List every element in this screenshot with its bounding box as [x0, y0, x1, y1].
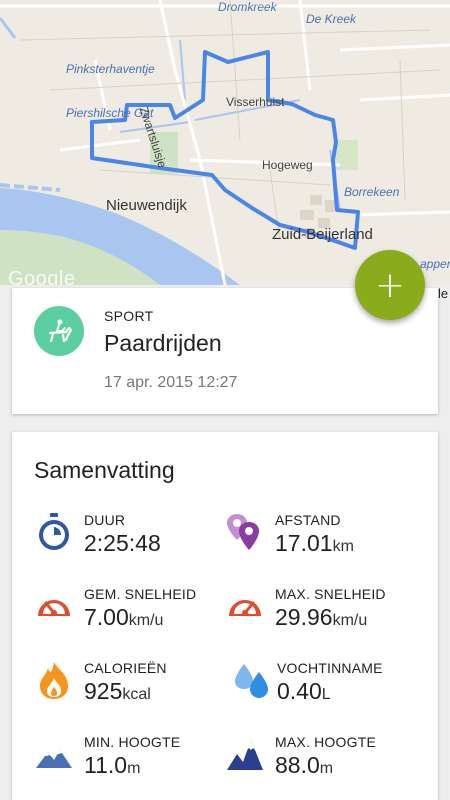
- mountain-high-icon: [227, 740, 263, 770]
- google-attribution-logo: Google: [8, 268, 76, 285]
- stat-hydration-label: VOCHTINNAME: [277, 660, 383, 676]
- workout-datetime: 17 apr. 2015 12:27: [104, 374, 238, 391]
- summary-title: Samenvatting: [34, 457, 175, 483]
- stat-duration: DUUR 2:25:48: [34, 512, 234, 572]
- stat-distance-label: AFSTAND: [275, 512, 341, 528]
- map-label-dromkreek: Dromkreek: [218, 0, 277, 14]
- stat-calories: CALORIEËN 925kcal: [34, 660, 234, 720]
- stat-max-altitude-label: MAX. HOOGTE: [275, 734, 376, 750]
- stopwatch-icon: [39, 513, 69, 550]
- stat-min-altitude-unit: m: [127, 760, 141, 777]
- stat-duration-label: DUUR: [84, 512, 126, 528]
- speedometer-icon: [38, 600, 70, 616]
- stat-max-speed-label: MAX. SNELHEID: [275, 586, 386, 602]
- map-label-zuid-beijerland: Zuid-Beijerland: [272, 226, 373, 243]
- stat-avg-speed-value: 7.00: [84, 604, 129, 630]
- sport-name: Paardrijden: [104, 330, 222, 356]
- stat-max-speed-value: 29.96: [275, 604, 333, 630]
- speedometer-max-icon: [229, 600, 261, 616]
- stat-max-speed-unit: km/u: [332, 612, 368, 629]
- stat-calories-unit: kcal: [122, 686, 151, 703]
- horse-riding-icon: [34, 306, 84, 356]
- map-label-borrekeen: Borrekeen: [344, 185, 400, 199]
- stat-duration-value: 2:25:48: [84, 530, 161, 556]
- sport-label: SPORT: [104, 308, 154, 324]
- location-pins-icon: [227, 514, 259, 550]
- stat-min-altitude: MIN. HOOGTE 11.0m: [34, 734, 234, 794]
- map-label-de-kreek: De Kreek: [306, 12, 357, 26]
- stat-avg-speed: GEM. SNELHEID 7.00km/u: [34, 586, 234, 646]
- stat-max-speed: MAX. SNELHEID 29.96km/u: [225, 586, 425, 646]
- map-label-nieuwendijk: Nieuwendijk: [106, 197, 187, 214]
- mountain-low-icon: [36, 750, 72, 768]
- stat-min-altitude-value: 11.0: [84, 752, 128, 778]
- map-label-appers: appers: [420, 257, 450, 271]
- water-drops-icon: [235, 664, 268, 698]
- stat-hydration-unit: L: [321, 686, 331, 703]
- map-canvas: [0, 0, 450, 285]
- stat-avg-speed-unit: km/u: [128, 612, 164, 629]
- flame-icon: [40, 662, 68, 699]
- add-button[interactable]: +: [355, 250, 425, 320]
- stat-hydration: VOCHTINNAME 0.40L: [232, 660, 432, 720]
- map-label-hogeweg: Hogeweg: [262, 158, 313, 172]
- stat-calories-label: CALORIEËN: [84, 660, 167, 676]
- stat-calories-value: 925: [84, 678, 123, 704]
- stat-avg-speed-label: GEM. SNELHEID: [84, 586, 197, 602]
- route-map[interactable]: Dromkreek De Kreek Pinksterhaventje Pier…: [0, 0, 450, 285]
- stat-max-altitude-value: 88.0: [275, 752, 320, 778]
- stat-max-altitude-unit: m: [319, 760, 334, 777]
- stat-hydration-value: 0.40: [277, 678, 322, 704]
- stat-distance-value: 17.01: [275, 530, 333, 556]
- stat-max-altitude: MAX. HOOGTE 88.0m: [225, 734, 425, 794]
- stat-distance: AFSTAND 17.01km: [225, 512, 425, 572]
- map-label-pinksterhaventje: Pinksterhaventje: [66, 62, 155, 76]
- stat-distance-unit: km: [332, 538, 354, 555]
- stat-min-altitude-label: MIN. HOOGTE: [84, 734, 181, 750]
- summary-card: Samenvatting DUUR 2:25:48 AFSTAND 17.01k…: [12, 432, 438, 800]
- map-label-visserhuist: Visserhuist: [226, 95, 285, 109]
- cut-off-text: le: [438, 286, 449, 301]
